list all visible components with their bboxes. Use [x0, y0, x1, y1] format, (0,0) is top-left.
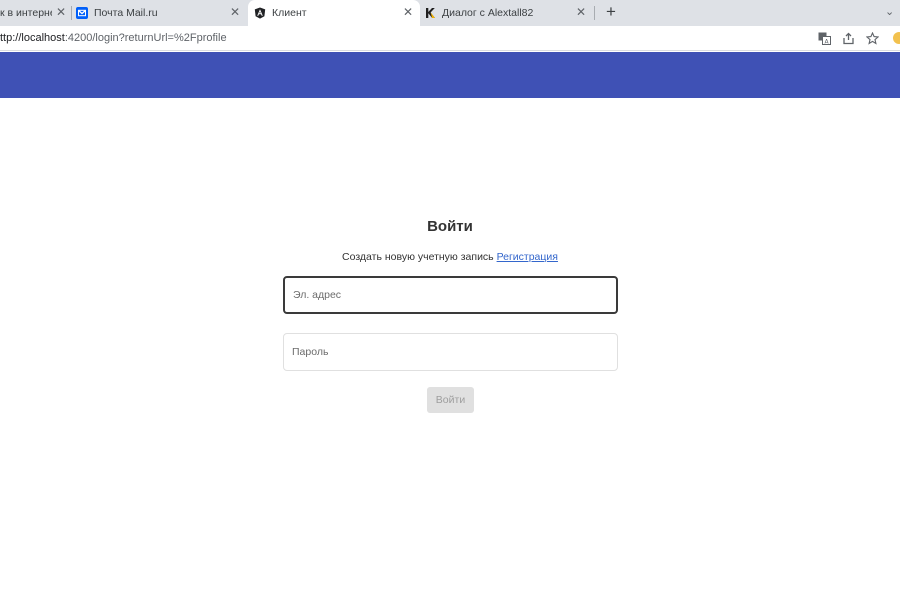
- register-prompt: Создать новую учетную запись Регистрация: [0, 251, 900, 263]
- register-prompt-text: Создать новую учетную запись: [342, 251, 494, 263]
- tab-title: Почта Mail.ru: [94, 7, 158, 19]
- tab-title: Клиент: [272, 7, 307, 19]
- tab-title: к в интернет: [0, 7, 52, 19]
- new-tab-button[interactable]: +: [603, 3, 619, 21]
- tab-separator: [594, 6, 595, 20]
- mail-ru-icon: [76, 7, 88, 19]
- share-icon[interactable]: [840, 30, 856, 46]
- profile-icon[interactable]: [893, 32, 900, 44]
- tab-client[interactable]: Клиент ✕: [248, 0, 420, 26]
- url-path: :4200/login?returnUrl=%2Fprofile: [64, 32, 227, 44]
- tab-mail-ru[interactable]: Почта Mail.ru ✕: [76, 0, 246, 26]
- url-host: ttp://localhost: [0, 32, 65, 44]
- login-submit-button[interactable]: Войти: [427, 387, 474, 413]
- register-link[interactable]: Регистрация: [497, 251, 558, 263]
- email-field[interactable]: [283, 276, 618, 314]
- browser-toolbar: ttp://localhost:4200/login?returnUrl=%2F…: [0, 26, 900, 51]
- tab-yandex[interactable]: к в интернет ✕: [0, 0, 70, 26]
- login-title: Войти: [427, 218, 473, 235]
- address-bar[interactable]: ttp://localhost:4200/login?returnUrl=%2F…: [0, 32, 227, 44]
- angular-icon: [254, 7, 266, 19]
- kwork-k-icon: [426, 8, 435, 18]
- password-field[interactable]: [283, 333, 618, 371]
- translate-icon[interactable]: A: [816, 30, 832, 46]
- app-header-bar: [0, 52, 900, 98]
- close-icon[interactable]: ✕: [403, 5, 413, 19]
- bookmark-star-icon[interactable]: [864, 30, 880, 46]
- close-icon[interactable]: ✕: [56, 5, 66, 19]
- tab-separator: [71, 6, 72, 20]
- tab-kwork-dialog[interactable]: Диалог с Alextall82 ✕: [424, 0, 594, 26]
- browser-tab-strip: к в интернет ✕ Почта Mail.ru ✕ Клиент ✕ …: [0, 0, 900, 26]
- close-icon[interactable]: ✕: [576, 5, 586, 19]
- tab-title: Диалог с Alextall82: [442, 7, 534, 19]
- close-icon[interactable]: ✕: [230, 5, 240, 19]
- tab-search-chevron-icon[interactable]: ⌄: [885, 5, 894, 18]
